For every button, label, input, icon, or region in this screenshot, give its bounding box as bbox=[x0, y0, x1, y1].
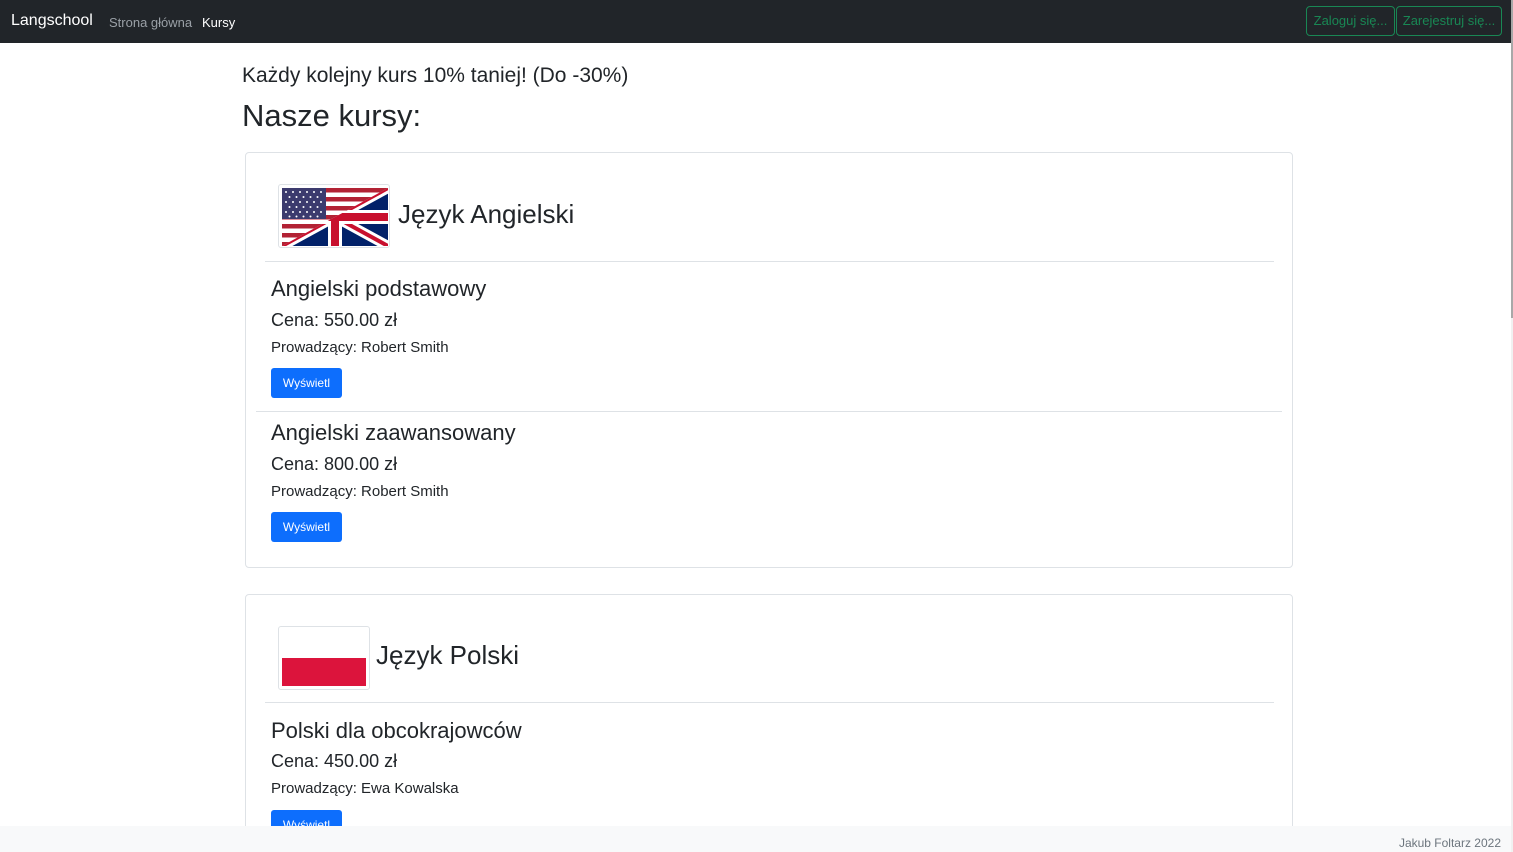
poland-flag-icon bbox=[278, 626, 370, 690]
course-price: Cena: 550.00 zł bbox=[271, 310, 398, 330]
login-button[interactable]: Zaloguj się... bbox=[1306, 6, 1395, 36]
register-button[interactable]: Zarejestruj się... bbox=[1396, 6, 1502, 36]
course-title: Angielski podstawowy bbox=[271, 276, 487, 301]
nav-link-courses[interactable]: Kursy bbox=[202, 15, 235, 30]
card-header-divider bbox=[265, 261, 1274, 262]
promo-text: Każdy kolejny kurs 10% taniej! (Do -30%) bbox=[242, 64, 629, 87]
view-course-button[interactable]: Wyświetl bbox=[271, 368, 342, 398]
language-title-english: Język Angielski bbox=[398, 199, 575, 229]
view-course-button[interactable]: Wyświetl bbox=[271, 512, 342, 542]
course-price: Cena: 800.00 zł bbox=[271, 454, 398, 474]
page-title: Nasze kursy: bbox=[242, 98, 422, 133]
course-price: Cena: 450.00 zł bbox=[271, 751, 398, 771]
course-title: Polski dla obcokrajowców bbox=[271, 718, 522, 743]
card-header-divider bbox=[265, 702, 1274, 703]
course-divider bbox=[256, 411, 1282, 412]
nav-link-home[interactable]: Strona główna bbox=[109, 15, 192, 30]
course-title: Angielski zaawansowany bbox=[271, 420, 516, 445]
language-title-polish: Język Polski bbox=[376, 640, 520, 670]
brand-logo[interactable]: Langschool bbox=[11, 12, 93, 30]
course-teacher: Prowadzący: Robert Smith bbox=[271, 483, 449, 500]
page-footer: Jakub Foltarz 2022 bbox=[0, 826, 1511, 852]
us-uk-flag-icon bbox=[278, 184, 390, 248]
course-teacher: Prowadzący: Ewa Kowalska bbox=[271, 780, 459, 797]
top-navbar: Langschool Strona główna Kursy Zaloguj s… bbox=[0, 0, 1511, 43]
footer-copyright: Jakub Foltarz 2022 bbox=[1398, 836, 1501, 850]
course-teacher: Prowadzący: Robert Smith bbox=[271, 339, 449, 356]
